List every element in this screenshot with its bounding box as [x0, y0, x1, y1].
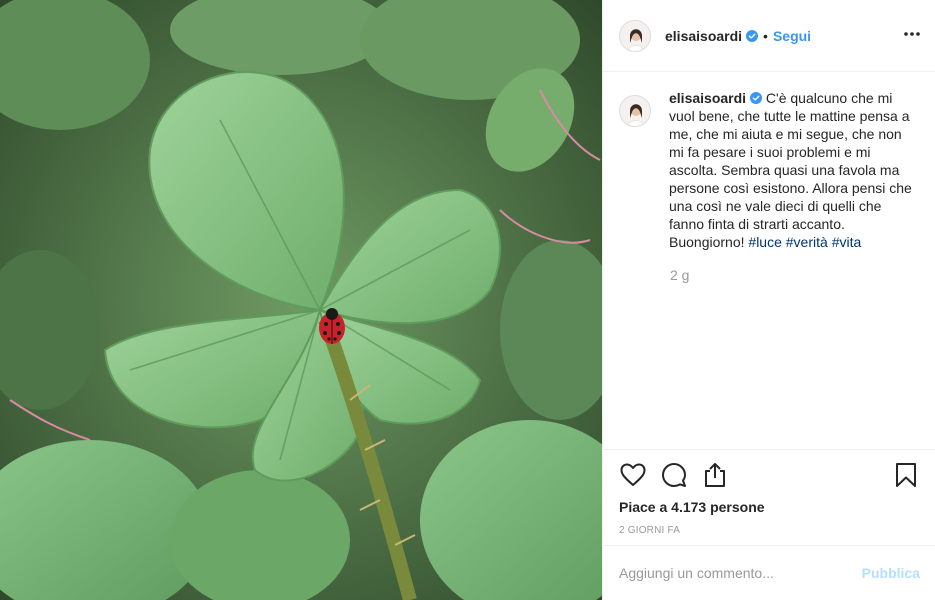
hashtag-verita[interactable]: #verità — [786, 234, 828, 250]
caption-comment: elisaisoardi C'è qualcuno che mi vuol be… — [619, 89, 920, 251]
verified-badge-icon — [750, 92, 763, 104]
leaves-with-ladybug-image — [0, 0, 602, 600]
likes-count[interactable]: Piace a 4.173 persone — [619, 499, 920, 515]
header-separator: • — [763, 27, 768, 44]
hashtag-vita[interactable]: #vita — [832, 234, 862, 250]
follow-button[interactable]: Segui — [773, 28, 811, 44]
hashtag-luce[interactable]: #luce — [748, 234, 781, 250]
publish-button[interactable]: Pubblica — [862, 565, 920, 581]
heart-icon[interactable] — [619, 461, 647, 489]
bookmark-icon[interactable] — [892, 461, 920, 489]
comment-box: Pubblica — [603, 545, 935, 600]
actions-row — [619, 460, 920, 490]
comment-icon[interactable] — [660, 461, 688, 489]
caption-time-ago[interactable]: 2 g — [670, 267, 920, 283]
post-date: 2 giorni fa — [619, 525, 681, 536]
caption-username[interactable]: elisaisoardi — [669, 90, 746, 106]
caption-body: C'è qualcuno che mi vuol bene, che tutte… — [669, 90, 912, 250]
avatar[interactable] — [619, 19, 651, 52]
share-icon[interactable] — [701, 461, 729, 489]
caption-area: elisaisoardi C'è qualcuno che mi vuol be… — [603, 73, 935, 449]
post-photo[interactable] — [0, 0, 602, 600]
caption-avatar[interactable] — [619, 95, 651, 127]
post-side-panel: elisaisoardi • Segui elisaisoardi C'è qu… — [602, 0, 935, 600]
header-username[interactable]: elisaisoardi — [665, 28, 742, 44]
more-options-icon[interactable] — [902, 24, 922, 44]
actions-section: Piace a 4.173 persone 2 giorni fa — [603, 449, 935, 536]
caption-text: elisaisoardi C'è qualcuno che mi vuol be… — [669, 89, 919, 251]
comment-input[interactable] — [619, 565, 862, 581]
verified-badge-icon — [746, 29, 759, 42]
post-header: elisaisoardi • Segui — [603, 0, 935, 72]
